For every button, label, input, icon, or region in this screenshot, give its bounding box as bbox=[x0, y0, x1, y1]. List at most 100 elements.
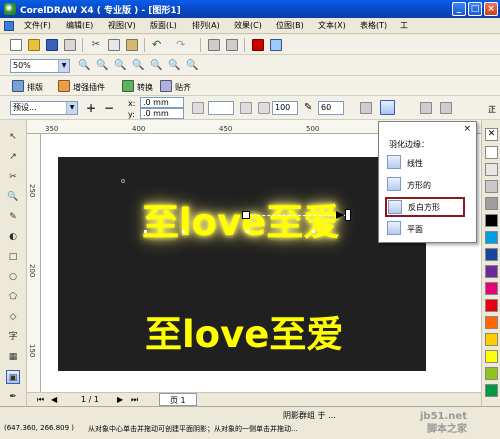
welcome-screen-icon[interactable] bbox=[270, 39, 282, 51]
text-tool-icon[interactable]: 字 bbox=[6, 330, 20, 344]
shadow-start-handle[interactable] bbox=[242, 211, 250, 219]
print-icon[interactable] bbox=[64, 39, 76, 51]
polygon-tool-icon[interactable]: ⬠ bbox=[6, 290, 20, 304]
application-launcher-icon[interactable] bbox=[252, 39, 264, 51]
menu-edit[interactable]: 编辑(E) bbox=[66, 20, 93, 31]
zoom-page-icon[interactable]: 🔍 bbox=[150, 60, 162, 72]
pick-tool-icon[interactable]: ↖ bbox=[6, 130, 20, 144]
add-preset-icon[interactable]: + bbox=[86, 102, 98, 114]
redo-icon[interactable]: ↷ bbox=[176, 39, 188, 51]
feather-pen-icon[interactable]: ✎ bbox=[304, 102, 316, 114]
menu-bitmaps[interactable]: 位图(B) bbox=[276, 20, 304, 31]
layout-icon[interactable] bbox=[12, 80, 24, 92]
feather-option-linear[interactable]: 线性 bbox=[387, 154, 463, 171]
ellipse-tool-icon[interactable]: ○ bbox=[6, 270, 20, 284]
plugin-enhance-label[interactable]: 增强插件 bbox=[73, 82, 105, 93]
color-swatch[interactable] bbox=[485, 197, 498, 210]
stretch-icon[interactable] bbox=[240, 102, 252, 114]
node-handle[interactable] bbox=[182, 230, 185, 233]
node-handle[interactable] bbox=[246, 230, 249, 233]
node-handle[interactable] bbox=[312, 230, 315, 233]
x-field[interactable]: .0 mm bbox=[140, 97, 184, 108]
table-tool-icon[interactable]: ▦ bbox=[6, 350, 20, 364]
menu-file[interactable]: 文件(F) bbox=[24, 20, 51, 31]
smart-fill-icon[interactable]: ◐ bbox=[6, 230, 20, 244]
zoom-selected-icon[interactable]: 🔍 bbox=[114, 60, 126, 72]
eyedropper-icon[interactable]: ✒ bbox=[6, 390, 20, 404]
maximize-button[interactable]: □ bbox=[468, 2, 482, 16]
zoom-width-icon[interactable]: 🔍 bbox=[168, 60, 180, 72]
save-icon[interactable] bbox=[46, 39, 58, 51]
opacity-field[interactable]: 100 bbox=[272, 101, 298, 115]
crop-tool-icon[interactable]: ✂ bbox=[6, 170, 20, 184]
export-icon[interactable] bbox=[226, 39, 238, 51]
color-swatch[interactable] bbox=[485, 265, 498, 278]
shape-tool-icon[interactable]: ↗ bbox=[6, 150, 20, 164]
feather-option-squared[interactable]: 方形的 bbox=[387, 176, 463, 193]
first-page-icon[interactable]: ⏮ bbox=[37, 395, 44, 405]
color-swatch[interactable] bbox=[485, 316, 498, 329]
shadow-vector-line[interactable] bbox=[247, 215, 347, 216]
color-swatch[interactable] bbox=[485, 180, 498, 193]
feather-field[interactable]: 60 bbox=[318, 101, 344, 115]
menu-table[interactable]: 表格(T) bbox=[360, 20, 387, 31]
zoom-height-icon[interactable]: 🔍 bbox=[186, 60, 198, 72]
prev-page-icon[interactable]: ◀ bbox=[51, 395, 57, 404]
zoom-tool-icon[interactable]: 🔍 bbox=[6, 190, 20, 204]
copy-shadow-icon[interactable] bbox=[440, 102, 452, 114]
feather-direction-icon[interactable] bbox=[360, 102, 372, 114]
snap-icon[interactable] bbox=[160, 80, 172, 92]
shadow-angle-field[interactable] bbox=[208, 101, 234, 115]
feather-option-flat[interactable]: 平面 bbox=[387, 220, 463, 237]
color-swatch[interactable] bbox=[485, 146, 498, 159]
no-color-swatch[interactable]: ✕ bbox=[485, 128, 498, 141]
basic-shapes-icon[interactable]: ◇ bbox=[6, 310, 20, 324]
convert-icon[interactable] bbox=[122, 80, 134, 92]
freehand-tool-icon[interactable]: ✎ bbox=[6, 210, 20, 224]
document-icon[interactable] bbox=[4, 21, 14, 31]
last-page-icon[interactable]: ⏭ bbox=[131, 395, 138, 405]
zoom-out-icon[interactable]: 🔍 bbox=[96, 60, 108, 72]
plugin-layout-label[interactable]: 排版 bbox=[27, 82, 43, 93]
shadow-color-icon[interactable] bbox=[420, 102, 432, 114]
color-swatch[interactable] bbox=[485, 163, 498, 176]
shadow-end-handle[interactable] bbox=[345, 209, 351, 221]
chevron-down-icon[interactable]: ▼ bbox=[66, 102, 77, 114]
node-handle[interactable] bbox=[144, 230, 147, 233]
plugin-snap-label[interactable]: 贴齐 bbox=[175, 82, 191, 93]
color-swatch[interactable] bbox=[485, 299, 498, 312]
preset-combo[interactable]: 预设... ▼ bbox=[10, 101, 78, 115]
color-swatch[interactable] bbox=[485, 333, 498, 346]
menu-effects[interactable]: 效果(C) bbox=[234, 20, 262, 31]
color-swatch[interactable] bbox=[485, 214, 498, 227]
glow-text-object[interactable]: 至love至爱 bbox=[142, 192, 340, 246]
menu-tools[interactable]: 工 bbox=[400, 20, 408, 31]
color-swatch[interactable] bbox=[485, 350, 498, 363]
menu-arrange[interactable]: 排列(A) bbox=[192, 20, 220, 31]
menu-view[interactable]: 视图(V) bbox=[108, 20, 136, 31]
interactive-shadow-icon[interactable]: ▣ bbox=[6, 370, 20, 384]
color-swatch[interactable] bbox=[485, 282, 498, 295]
zoom-all-icon[interactable]: 🔍 bbox=[132, 60, 144, 72]
menu-text[interactable]: 文本(X) bbox=[318, 20, 346, 31]
color-swatch[interactable] bbox=[485, 367, 498, 380]
plain-text-object[interactable]: 至love至爱 bbox=[145, 304, 343, 358]
paste-icon[interactable] bbox=[126, 39, 138, 51]
plugin-convert-label[interactable]: 转换 bbox=[137, 82, 153, 93]
shadow-angle-icon[interactable] bbox=[192, 102, 204, 114]
vertical-ruler[interactable]: 250 200 150 bbox=[27, 134, 41, 392]
rectangle-tool-icon[interactable]: □ bbox=[6, 250, 20, 264]
zoom-level-combo[interactable]: 50% ▼ bbox=[10, 59, 70, 73]
open-folder-icon[interactable] bbox=[28, 39, 40, 51]
feather-edge-icon[interactable] bbox=[380, 100, 395, 115]
undo-icon[interactable]: ↶ bbox=[152, 39, 164, 51]
chevron-down-icon[interactable]: ▼ bbox=[58, 60, 69, 72]
enhance-plugin-icon[interactable] bbox=[58, 80, 70, 92]
feather-option-inverse-squared[interactable]: 反白方形 bbox=[385, 197, 465, 217]
new-document-icon[interactable] bbox=[10, 39, 22, 51]
minimize-button[interactable]: _ bbox=[452, 2, 466, 16]
zoom-in-icon[interactable]: 🔍 bbox=[78, 60, 90, 72]
close-flyout-icon[interactable]: × bbox=[463, 124, 471, 134]
next-page-icon[interactable]: ▶ bbox=[117, 395, 123, 404]
copy-icon[interactable] bbox=[108, 39, 120, 51]
